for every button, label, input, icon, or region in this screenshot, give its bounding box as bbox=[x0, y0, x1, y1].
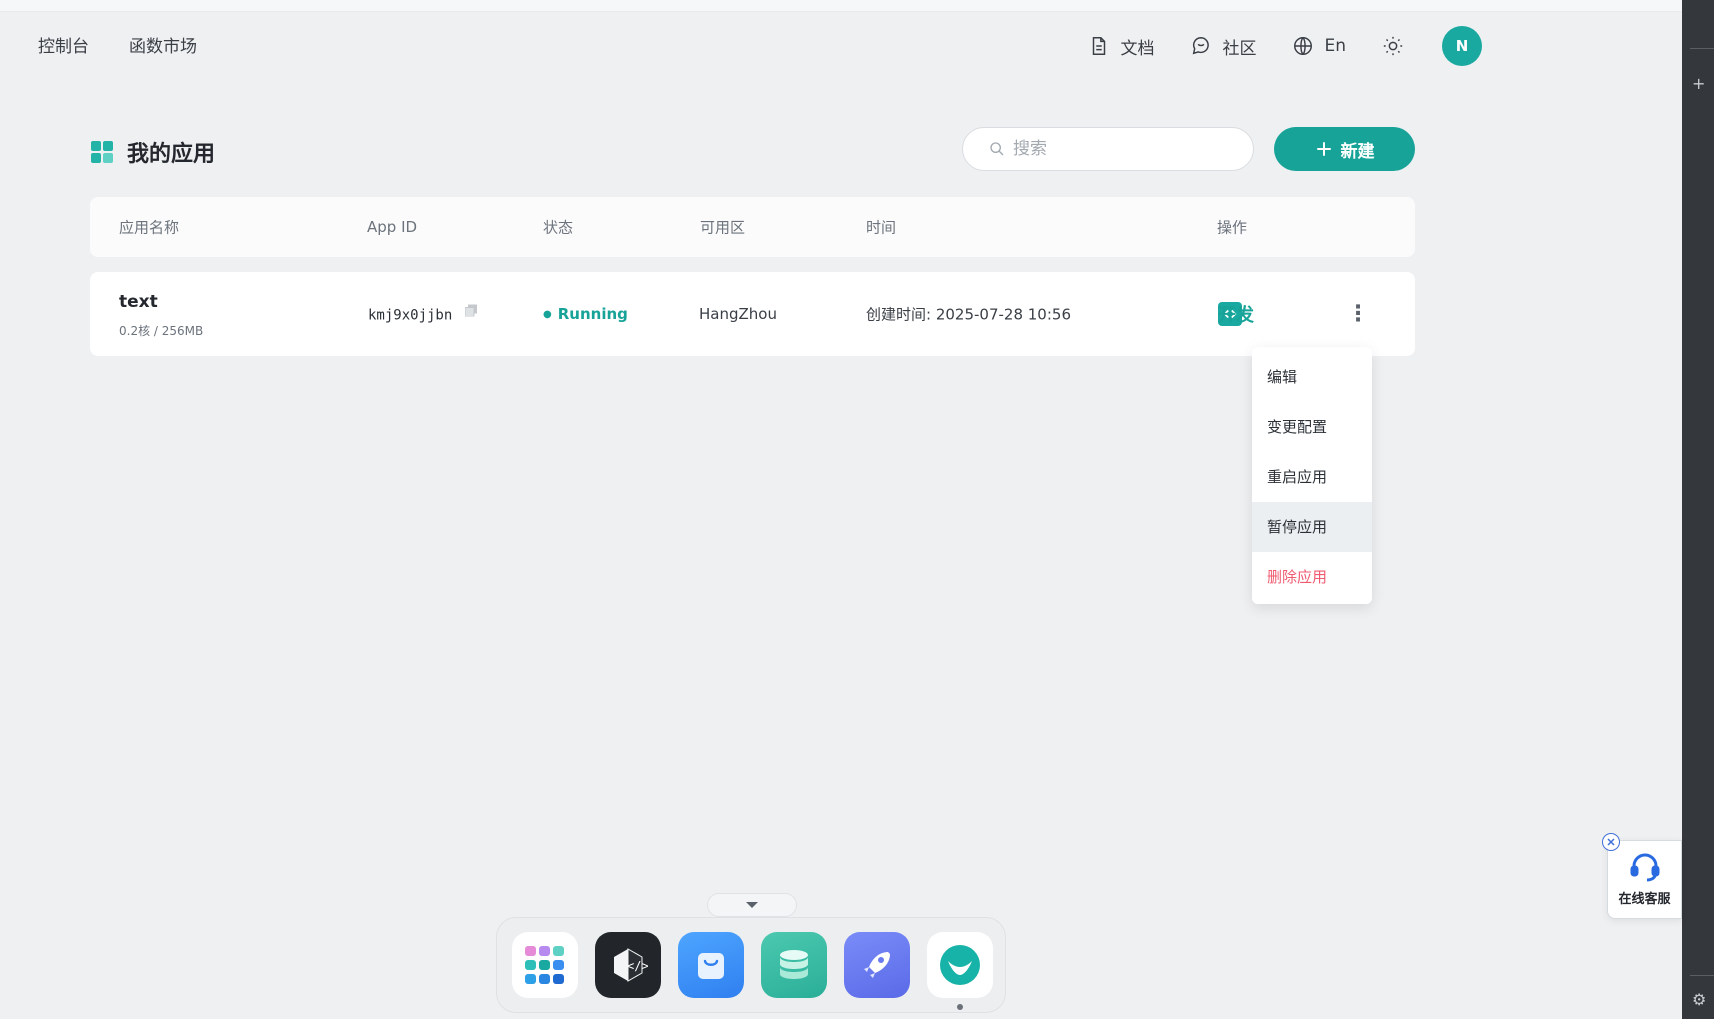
menu-item-delete[interactable]: 删除应用 bbox=[1252, 552, 1372, 602]
nav-language[interactable]: En bbox=[1292, 35, 1346, 57]
page-header: 我的应用 bbox=[91, 136, 215, 168]
code-editor-icon[interactable]: </> bbox=[595, 932, 661, 998]
time-cell: 创建时间: 2025-07-28 10:56 bbox=[866, 305, 1071, 324]
more-options-icon[interactable]: ⋮ bbox=[1347, 302, 1369, 327]
plus-icon bbox=[1316, 142, 1331, 156]
active-indicator bbox=[957, 1004, 963, 1010]
nav-console[interactable]: 控制台 bbox=[38, 32, 89, 57]
nav-function-market[interactable]: 函数市场 bbox=[129, 32, 197, 57]
brand-logo-icon[interactable] bbox=[927, 932, 993, 1010]
search-input[interactable] bbox=[1013, 139, 1233, 159]
document-icon bbox=[1093, 37, 1106, 55]
row-actions-menu: 编辑 变更配置 重启应用 暂停应用 删除应用 bbox=[1252, 347, 1372, 604]
search-icon bbox=[990, 142, 1004, 156]
table-row: text 0.2核 / 256MB kmj9x0jjbn Running Han… bbox=[90, 272, 1415, 356]
chat-bubble-icon bbox=[1193, 37, 1210, 55]
apps-grid-icon bbox=[91, 141, 113, 163]
strip-divider bbox=[1690, 975, 1714, 976]
close-icon[interactable] bbox=[1602, 833, 1620, 851]
dock-collapse-button[interactable] bbox=[707, 893, 797, 917]
support-label: 在线客服 bbox=[1618, 892, 1671, 907]
copy-icon[interactable] bbox=[465, 304, 478, 317]
side-panel-strip: + ⚙ bbox=[1682, 0, 1714, 1019]
plus-icon[interactable]: + bbox=[1692, 74, 1705, 93]
theme-toggle[interactable] bbox=[1382, 35, 1404, 57]
app-dock: </> bbox=[496, 917, 1006, 1013]
top-nav-right: 文档 社区 En N bbox=[1052, 26, 1482, 66]
column-header-status: 状态 bbox=[543, 218, 574, 237]
menu-item-pause[interactable]: 暂停应用 bbox=[1252, 502, 1372, 552]
database-icon[interactable] bbox=[761, 932, 827, 998]
headset-icon bbox=[1630, 853, 1659, 882]
app-spec: 0.2核 / 256MB bbox=[119, 324, 204, 338]
table-header: 应用名称 App ID 状态 可用区 时间 操作 bbox=[90, 197, 1415, 257]
nav-docs[interactable]: 文档 bbox=[1088, 34, 1154, 59]
app-launcher-icon[interactable] bbox=[512, 932, 578, 998]
online-support-widget[interactable]: 在线客服 bbox=[1602, 833, 1682, 919]
strip-divider bbox=[1690, 48, 1714, 49]
menu-item-change-config[interactable]: 变更配置 bbox=[1252, 402, 1372, 452]
new-app-button[interactable]: 新建 bbox=[1274, 127, 1415, 171]
market-bag-icon[interactable] bbox=[678, 932, 744, 998]
globe-icon bbox=[1294, 37, 1313, 55]
avatar[interactable]: N bbox=[1442, 26, 1482, 66]
region-cell: HangZhou bbox=[699, 305, 777, 323]
column-header-actions: 操作 bbox=[1217, 218, 1248, 237]
column-header-time: 时间 bbox=[866, 218, 897, 237]
search-box[interactable] bbox=[962, 127, 1254, 171]
rocket-icon[interactable] bbox=[844, 932, 910, 998]
page-title: 我的应用 bbox=[127, 142, 216, 167]
window-top-bar bbox=[0, 0, 1682, 12]
app-id-cell: kmj9x0jjbn bbox=[368, 304, 478, 324]
chevron-down-icon bbox=[746, 902, 758, 908]
svg-text:</>: </> bbox=[627, 959, 648, 973]
nav-community[interactable]: 社区 bbox=[1190, 34, 1256, 59]
app-name[interactable]: text bbox=[119, 292, 158, 312]
sun-icon bbox=[1383, 36, 1403, 56]
top-nav-left: 控制台 函数市场 bbox=[38, 32, 197, 57]
column-header-app-id: App ID bbox=[367, 218, 418, 236]
app-id: kmj9x0jjbn bbox=[368, 307, 453, 324]
menu-item-edit[interactable]: 编辑 bbox=[1252, 352, 1372, 402]
status-badge: Running bbox=[543, 305, 628, 323]
gear-icon[interactable]: ⚙ bbox=[1692, 990, 1706, 1009]
column-header-region: 可用区 bbox=[700, 218, 746, 237]
menu-item-restart[interactable]: 重启应用 bbox=[1252, 452, 1372, 502]
column-header-name: 应用名称 bbox=[119, 218, 180, 237]
